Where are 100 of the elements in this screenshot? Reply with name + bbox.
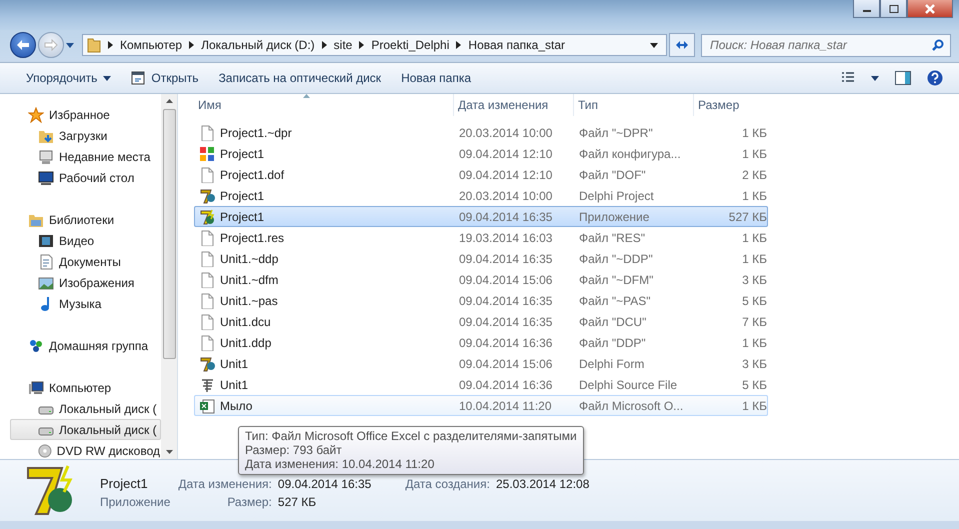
file-row[interactable]: Project1 09.04.2014 16:35 Приложение 527 КБ — [194, 206, 768, 227]
caret-icon — [650, 42, 658, 48]
scroll-down-icon — [166, 450, 172, 454]
date-cell-text: 09.04.2014 16:35 — [458, 210, 554, 224]
list-view-icon — [841, 72, 855, 84]
breadcrumb-link[interactable]: Proekti_Delphi — [371, 38, 450, 52]
file-icon — [199, 334, 215, 350]
address-bar[interactable]: Компьютер Локальный диск (D:) site Proekti_Delphi Новая папка_star — [82, 34, 667, 56]
column-header[interactable]: Дата изменения — [454, 94, 574, 116]
chevron-icon — [189, 41, 194, 49]
file-name: Project1 — [100, 476, 148, 491]
navigation-item[interactable]: Домашняя группа — [10, 335, 161, 356]
file-name: Unit1 — [220, 356, 248, 370]
size-cell-text: 1 КБ — [741, 146, 767, 160]
size-cell-text: 5 КБ — [741, 378, 767, 392]
star-icon — [28, 106, 44, 122]
breadcrumb-link[interactable]: site — [334, 38, 352, 52]
close-button[interactable] — [907, 0, 953, 18]
chevron-icon — [359, 41, 364, 49]
field-value: 527 КБ — [278, 494, 318, 508]
field-value: 09.04.2014 16:35 — [278, 476, 372, 490]
toolbar-button[interactable]: Открыть — [121, 66, 209, 90]
file-row[interactable]: Project1 20.03.2014 10:00 Delphi Project 1 КБ — [194, 185, 768, 206]
breadcrumb-link[interactable]: Локальный диск (D:) — [201, 38, 315, 52]
type-cell-text: Приложение — [578, 210, 650, 224]
date-cell-text: 09.04.2014 15:06 — [458, 272, 554, 286]
size-cell-text: 7 КБ — [741, 314, 767, 328]
file-icon — [199, 292, 215, 308]
application-icon — [199, 208, 215, 224]
navigation-item[interactable]: Недавние места — [10, 146, 161, 167]
navigation-item[interactable]: DVD RW дисковод — [10, 440, 161, 459]
navigation-item[interactable]: Загрузки — [10, 125, 161, 146]
file-row[interactable]: Мыло 10.04.2014 11:20 Файл Microsoft O... 1 КБ — [194, 395, 768, 416]
refresh-button[interactable] — [669, 33, 695, 57]
file-row[interactable]: Project1 09.04.2014 12:10 Файл конфигура... 1 КБ — [194, 143, 768, 164]
file-icon — [199, 166, 215, 182]
file-name: Мыло — [220, 398, 252, 412]
navigation-item[interactable]: Изображения — [10, 272, 161, 293]
navigation-item[interactable]: Локальный диск ( — [10, 419, 161, 440]
tooltip-text: Тип: Файл Microsoft Office Excel с разделителями-запятыми — [245, 429, 577, 443]
chevron-icon — [108, 41, 113, 49]
help-icon — [927, 70, 943, 86]
column-header[interactable]: Тип — [574, 94, 694, 116]
search-field[interactable]: Поиск: Новая папка_star — [701, 34, 951, 56]
file-name: Project1 — [220, 146, 264, 160]
scrollbar-thumb[interactable] — [162, 109, 176, 359]
scrollbar[interactable] — [161, 94, 177, 459]
size-cell-text: 2 КБ — [741, 168, 767, 182]
navigation-item[interactable]: Документы — [10, 251, 161, 272]
navigation-item[interactable]: Локальный диск ( — [10, 398, 161, 419]
field-label: Дата изменения: — [178, 476, 272, 490]
file-row[interactable]: Unit1.ddp 09.04.2014 16:36 Файл "DDP" 1 КБ — [194, 332, 768, 353]
file-row[interactable]: Unit1.~pas 09.04.2014 16:35 Файл "~PAS" 5 КБ — [194, 290, 768, 311]
file-row[interactable]: Project1.~dpr 20.03.2014 10:00 Файл "~DPR" 1 КБ — [194, 122, 768, 143]
caret-icon — [871, 76, 879, 80]
file-row[interactable]: Unit1.dcu 09.04.2014 16:35 Файл "DCU" 7 КБ — [194, 311, 768, 332]
navigation-item[interactable]: Видео — [10, 230, 161, 251]
date-cell-text: 20.03.2014 10:00 — [458, 188, 554, 202]
type-cell-text: Файл "DCU" — [578, 314, 648, 328]
breadcrumb-link[interactable]: Компьютер — [120, 38, 182, 52]
size-cell-text: 527 КБ — [728, 210, 767, 224]
navigation-item[interactable]: Компьютер — [10, 377, 161, 398]
file-name: Unit1.dcu — [220, 314, 271, 328]
navigation-item[interactable]: Библиотеки — [10, 209, 161, 230]
scroll-up-icon — [166, 99, 172, 103]
file-row[interactable]: Unit1 09.04.2014 16:36 Delphi Source File 5 КБ — [194, 374, 768, 395]
document-icon — [38, 254, 54, 270]
file-row[interactable]: Project1.res 19.03.2014 16:03 Файл "RES" 1 КБ — [194, 227, 768, 248]
column-header[interactable]: Размер — [694, 94, 766, 116]
refresh-icon — [675, 39, 689, 51]
settings-file-icon — [199, 146, 215, 162]
type-cell-text: Файл Microsoft O... — [578, 398, 684, 412]
computer-icon — [28, 380, 44, 396]
application-icon — [24, 464, 74, 518]
maximize-button[interactable] — [880, 0, 907, 18]
field-label: Дата создания: — [405, 476, 490, 490]
size-cell-text: 1 КБ — [741, 188, 767, 202]
date-cell-text: 09.04.2014 16:35 — [458, 294, 554, 308]
toolbar-button[interactable]: Новая папка — [391, 66, 482, 90]
navigation-item[interactable]: Избранное — [10, 104, 161, 125]
size-cell-text: 1 КБ — [741, 336, 767, 350]
file-row[interactable]: Project1.dof 09.04.2014 12:10 Файл "DOF" 2 КБ — [194, 164, 768, 185]
file-row[interactable]: Unit1 09.04.2014 15:06 Delphi Form 3 КБ — [194, 353, 768, 374]
caret-icon — [103, 76, 112, 80]
field-value: 25.03.2014 12:08 — [496, 476, 590, 490]
file-row[interactable]: Unit1.~dfm 09.04.2014 15:06 Файл "~DFM" 3 КБ — [194, 269, 768, 290]
toolbar-button[interactable]: Записать на оптический диск — [208, 66, 392, 90]
organize-menu-button[interactable]: Упорядочить — [16, 66, 122, 90]
file-name: Project1.~dpr — [220, 126, 292, 140]
navigation-item[interactable]: Рабочий стол — [10, 167, 161, 188]
delphi-project-icon — [199, 356, 215, 372]
date-cell-text: 09.04.2014 16:36 — [458, 378, 554, 392]
file-row[interactable]: Unit1.~ddp 09.04.2014 16:35 Файл "~DDP" 1 КБ — [194, 248, 768, 269]
breadcrumb-link[interactable]: Новая папка_star — [468, 38, 566, 52]
navigation-item[interactable]: Музыка — [10, 293, 161, 314]
file-name: Unit1.~dfm — [220, 272, 278, 286]
type-cell-text: Файл конфигура... — [578, 146, 682, 160]
minimize-button[interactable] — [853, 0, 880, 18]
back-button[interactable] — [10, 32, 36, 58]
caret-icon — [66, 42, 74, 48]
